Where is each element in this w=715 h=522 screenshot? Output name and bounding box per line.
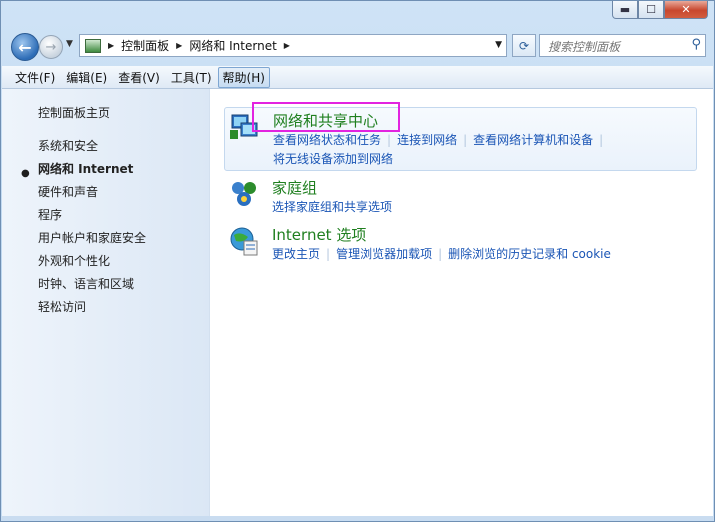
link-separator: | <box>438 247 443 261</box>
forward-arrow-icon: → <box>45 39 57 55</box>
breadcrumb-network-internet[interactable]: 网络和 Internet <box>189 37 276 54</box>
main-content: 控制面板主页 系统和安全 ● 网络和 Internet 硬件和声音 程序 用户帐… <box>2 89 713 520</box>
menu-view[interactable]: 查看(V) <box>113 67 165 88</box>
link-manage-addons[interactable]: 管理浏览器加载项 <box>336 247 432 261</box>
sidebar-item-appearance[interactable]: 外观和个性化 <box>38 252 110 269</box>
homegroup-links: 选择家庭组和共享选项 <box>272 198 392 215</box>
sidebar-item-hardware-sound[interactable]: 硬件和声音 <box>38 183 98 200</box>
link-change-homepage[interactable]: 更改主页 <box>272 247 320 261</box>
group-title-homegroup[interactable]: 家庭组 <box>272 177 317 198</box>
address-bar[interactable]: ▶ 控制面板 ▶ 网络和 Internet ▶ ▼ <box>79 34 507 57</box>
group-internet-options: Internet 选项 更改主页 | 管理浏览器加载项 | 删除浏览的历史记录和 coo… <box>224 224 697 264</box>
link-connect-network[interactable]: 连接到网络 <box>397 133 457 147</box>
menu-tools[interactable]: 工具(T) <box>166 67 217 88</box>
internet-options-links: 更改主页 | 管理浏览器加载项 | 删除浏览的历史记录和 cookie <box>272 245 611 262</box>
highlight-annotation-box <box>252 102 400 132</box>
link-add-wireless-device[interactable]: 将无线设备添加到网络 <box>273 152 393 166</box>
link-separator: | <box>387 133 392 147</box>
sidebar-item-clock-region[interactable]: 时钟、语言和区域 <box>38 275 134 292</box>
sidebar: 控制面板主页 系统和安全 ● 网络和 Internet 硬件和声音 程序 用户帐… <box>2 89 210 520</box>
link-separator: | <box>463 133 468 147</box>
link-separator: | <box>326 247 331 261</box>
sidebar-item-system-security[interactable]: 系统和安全 <box>38 137 98 154</box>
menu-bar: 文件(F) 编辑(E) 查看(V) 工具(T) 帮助(H) <box>2 66 713 89</box>
back-button[interactable]: ← <box>11 33 39 61</box>
control-panel-icon <box>85 38 101 53</box>
link-view-network-computers[interactable]: 查看网络计算机和设备 <box>473 133 593 147</box>
sidebar-item-programs[interactable]: 程序 <box>38 206 62 223</box>
menu-file[interactable]: 文件(F) <box>10 67 60 88</box>
address-dropdown-icon[interactable]: ▼ <box>495 40 502 50</box>
sidebar-item-ease-of-access[interactable]: 轻松访问 <box>38 298 86 315</box>
search-icon[interactable]: ⚲ <box>691 37 701 52</box>
search-box[interactable]: ⚲ <box>539 34 706 57</box>
link-homegroup-sharing-options[interactable]: 选择家庭组和共享选项 <box>272 200 392 214</box>
network-sharing-links-row1: 查看网络状态和任务 | 连接到网络 | 查看网络计算机和设备 | <box>273 131 609 148</box>
sidebar-item-user-accounts[interactable]: 用户帐户和家庭安全 <box>38 229 146 246</box>
breadcrumb-separator-icon[interactable]: ▶ <box>176 41 182 50</box>
close-button[interactable]: ✕ <box>664 1 708 19</box>
group-homegroup: 家庭组 选择家庭组和共享选项 <box>224 177 697 217</box>
internet-options-icon <box>230 227 258 256</box>
homegroup-icon <box>232 182 256 206</box>
breadcrumb-separator-icon[interactable]: ▶ <box>108 41 114 50</box>
control-panel-window: ▬ ☐ ✕ ← → ▼ ▶ 控制面板 ▶ 网络和 Internet ▶ ▼ ⟳ … <box>0 0 715 522</box>
window-bottom-border <box>2 516 713 520</box>
minimize-button[interactable]: ▬ <box>612 1 638 19</box>
forward-button[interactable]: → <box>39 35 63 59</box>
back-arrow-icon: ← <box>18 37 32 57</box>
link-view-network-status[interactable]: 查看网络状态和任务 <box>273 133 381 147</box>
caption-buttons: ▬ ☐ ✕ <box>612 1 708 19</box>
refresh-icon: ⟳ <box>518 38 530 53</box>
search-input[interactable] <box>546 36 690 57</box>
breadcrumb-control-panel[interactable]: 控制面板 <box>121 37 169 54</box>
address-toolbar: ← → ▼ ▶ 控制面板 ▶ 网络和 Internet ▶ ▼ ⟳ ⚲ <box>9 31 706 61</box>
menu-help[interactable]: 帮助(H) <box>217 66 270 88</box>
sidebar-item-network-internet[interactable]: 网络和 Internet <box>38 160 133 177</box>
group-title-internet-options[interactable]: Internet 选项 <box>272 224 366 245</box>
sidebar-item-home[interactable]: 控制面板主页 <box>38 104 110 121</box>
breadcrumb-separator-icon[interactable]: ▶ <box>284 41 290 50</box>
network-sharing-links-row2: 将无线设备添加到网络 <box>273 150 393 167</box>
link-separator: | <box>599 133 604 147</box>
current-item-bullet-icon: ● <box>21 168 30 179</box>
recent-pages-dropdown[interactable]: ▼ <box>66 39 73 49</box>
link-delete-history[interactable]: 删除浏览的历史记录和 cookie <box>448 247 611 261</box>
menu-edit[interactable]: 编辑(E) <box>61 67 112 88</box>
maximize-button[interactable]: ☐ <box>638 1 664 19</box>
refresh-button[interactable]: ⟳ <box>512 34 536 57</box>
